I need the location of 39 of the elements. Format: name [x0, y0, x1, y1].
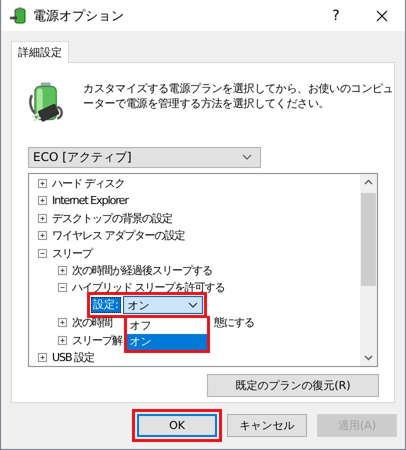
tree-item[interactable]: Internet Explorer	[52, 194, 128, 208]
expand-icon[interactable]	[38, 179, 47, 188]
tree-item[interactable]: ハード ディスク	[52, 176, 124, 192]
expand-icon[interactable]	[58, 318, 67, 328]
expand-icon[interactable]	[38, 353, 47, 362]
tree-item[interactable]: デスクトップの背景の設定	[52, 210, 172, 226]
tree-item[interactable]: 次の時間	[72, 315, 112, 330]
plan-dropdown[interactable]: ECO [アクティブ]	[28, 147, 261, 168]
window-title: 電源オプション	[33, 8, 125, 24]
scrollbar[interactable]	[360, 174, 377, 366]
tab[interactable]: 詳細設定	[11, 41, 69, 63]
dropdown-option[interactable]: オフ	[126, 318, 207, 334]
dropdown-option[interactable]: オン	[126, 334, 207, 350]
expand-icon[interactable]	[38, 214, 47, 223]
dialog-button[interactable]: キャンセル	[227, 414, 307, 437]
collapse-icon[interactable]	[58, 283, 67, 292]
description-text: カスタマイズする電源プランを選択してから、お使いのコンピューターで電源を管理する方法を選択してください。	[83, 81, 394, 111]
tree-item-text: 態にする	[214, 315, 254, 330]
expand-icon[interactable]	[38, 196, 47, 206]
tree-item[interactable]: スリープ	[52, 246, 92, 261]
dropdown-value: ECO [アクティブ]	[33, 148, 132, 166]
expand-icon[interactable]	[58, 266, 67, 276]
expand-icon[interactable]	[58, 336, 67, 345]
expand-icon[interactable]	[38, 231, 47, 240]
close-icon[interactable]	[376, 10, 388, 22]
chevron-down-icon	[242, 154, 252, 160]
restore-defaults-button[interactable]: 既定のプランの復元(R)	[207, 374, 379, 397]
tree-item[interactable]: USB 設定	[52, 350, 94, 365]
tree-item[interactable]: 次の時間が経過後スリープする	[72, 263, 212, 278]
help-button[interactable]: ?	[313, 8, 359, 24]
chevron-down-icon	[188, 302, 198, 308]
tree-item[interactable]: スリープ解	[72, 332, 122, 348]
collapse-icon[interactable]	[38, 248, 47, 258]
tree-item[interactable]: ワイヤレス アダプターの設定	[52, 228, 184, 244]
ok-button[interactable]: OK	[137, 414, 217, 437]
battery-plug-icon	[28, 81, 66, 123]
dropdown-value: オン	[128, 298, 150, 313]
battery-plug-icon	[9, 6, 27, 24]
setting-label: 設定:	[91, 297, 121, 314]
